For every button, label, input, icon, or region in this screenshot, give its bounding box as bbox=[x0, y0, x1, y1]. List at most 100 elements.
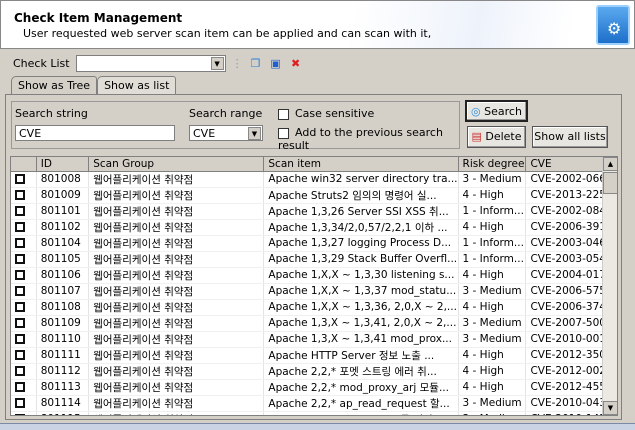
row-checkbox[interactable] bbox=[11, 363, 37, 380]
table-cell: 801115 bbox=[36, 411, 90, 415]
row-checkbox[interactable] bbox=[11, 203, 37, 220]
scroll-up-icon[interactable]: ▲ bbox=[603, 157, 617, 171]
table-row[interactable]: 801105 웹어플리케이션 취약점 Apache 1,3,29 Stack Buf… bbox=[11, 251, 617, 268]
search-string-input[interactable]: CVE bbox=[15, 125, 175, 141]
delete-icon[interactable]: ✖ bbox=[289, 57, 303, 71]
table-row[interactable]: 801104 웹어플리케이션 취약점 Apache 1,3,27 logging P… bbox=[11, 235, 617, 252]
table-cell: Apache 1,3,X ~ 1,3,41, 2,0,X ~ 2,... bbox=[263, 315, 459, 332]
scroll-down-icon[interactable]: ▼ bbox=[603, 401, 617, 415]
scroll-thumb[interactable] bbox=[603, 172, 617, 194]
table-row[interactable]: 801008 웹어플리케이션 취약점 Apache win32 server dir… bbox=[11, 171, 617, 188]
checkbox-icon bbox=[15, 414, 25, 415]
table-cell: 1 - Inform... bbox=[458, 235, 527, 252]
table-row[interactable]: 801112 웹어플리케이션 취약점 Apache 2,2,* 포멧 스트링 에러 … bbox=[11, 363, 617, 380]
row-checkbox[interactable] bbox=[11, 283, 37, 300]
table-scrollbar[interactable]: ▲ ▼ bbox=[602, 157, 617, 415]
case-sensitive-checkbox[interactable]: Case sensitive bbox=[278, 107, 374, 120]
checkbox-icon bbox=[15, 238, 25, 248]
table-cell: 3 - Medium bbox=[458, 315, 527, 332]
column-header[interactable]: Scan Group bbox=[88, 157, 265, 172]
column-header[interactable]: ID bbox=[36, 157, 90, 172]
copy-icon[interactable]: ❐ bbox=[249, 57, 263, 71]
table-row[interactable]: 801101 웹어플리케이션 취약점 Apache 1,3,26 Server SS… bbox=[11, 203, 617, 220]
search-panel: Search string CVE Search range CVE ▼ Case… bbox=[11, 101, 460, 152]
page-title: Check Item Management bbox=[14, 11, 183, 25]
tab-show-as-tree[interactable]: Show as Tree bbox=[11, 76, 98, 94]
table-row[interactable]: 801114 웹어플리케이션 취약점 Apache 2,2,* ap_read_re… bbox=[11, 395, 617, 412]
search-range-dropdown[interactable]: CVE ▼ bbox=[189, 125, 263, 141]
row-checkbox[interactable] bbox=[11, 187, 37, 204]
row-checkbox[interactable] bbox=[11, 235, 37, 252]
save-icon[interactable]: ▣ bbox=[269, 57, 283, 71]
table-cell: Apache 1,3,29 Stack Buffer Overfl... bbox=[263, 251, 459, 268]
row-checkbox[interactable] bbox=[11, 411, 37, 415]
table-cell: 801008 bbox=[36, 171, 90, 188]
table-cell: Apache 1,3,34/2,0,57/2,2,1 이하 ... bbox=[263, 219, 459, 236]
table-cell: 3 - Medium bbox=[458, 395, 527, 412]
row-checkbox[interactable] bbox=[11, 395, 37, 412]
row-checkbox[interactable] bbox=[11, 251, 37, 268]
row-checkbox[interactable] bbox=[11, 331, 37, 348]
table-cell: Apache 1,3,27 logging Process D... bbox=[263, 235, 459, 252]
tab-show-as-list[interactable]: Show as list bbox=[97, 76, 177, 94]
table-row[interactable]: 801111 웹어플리케이션 취약점 Apache HTTP Server 정보 노… bbox=[11, 347, 617, 364]
table-cell: 3 - Medium bbox=[458, 283, 527, 300]
table-cell: 웹어플리케이션 취약점 bbox=[88, 203, 265, 220]
table-row[interactable]: 801110 웹어플리케이션 취약점 Apache 1,3,X ~ 1,3,41 m… bbox=[11, 331, 617, 348]
add-previous-checkbox[interactable]: Add to the previous search result bbox=[278, 126, 459, 152]
table-cell: 801108 bbox=[36, 299, 90, 316]
table-cell: 3 - Medium bbox=[458, 331, 527, 348]
table-cell: 웹어플리케이션 취약점 bbox=[88, 315, 265, 332]
show-all-lists-button[interactable]: Show all lists bbox=[532, 126, 608, 148]
table-cell: 4 - High bbox=[458, 347, 527, 364]
table-cell: 801106 bbox=[36, 267, 90, 284]
table-row[interactable]: 801107 웹어플리케이션 취약점 Apache 1,X,X ~ 1,3,37 m… bbox=[11, 283, 617, 300]
table-cell: 801111 bbox=[36, 347, 90, 364]
search-icon: ◎ bbox=[471, 105, 481, 118]
table-cell: 웹어플리케이션 취약점 bbox=[88, 299, 265, 316]
table-row[interactable]: 801102 웹어플리케이션 취약점 Apache 1,3,34/2,0,57/2,… bbox=[11, 219, 617, 236]
table-cell: 4 - High bbox=[458, 187, 527, 204]
table-cell: 801105 bbox=[36, 251, 90, 268]
chevron-down-icon: ▼ bbox=[248, 127, 261, 140]
row-checkbox[interactable] bbox=[11, 347, 37, 364]
list-panel: Search string CVE Search range CVE ▼ Case… bbox=[5, 94, 622, 420]
table-row[interactable]: 801115웹어플리케이션 취약점Apache 2,2,* mod_dav 모듈… bbox=[11, 411, 617, 415]
checkbox-icon bbox=[15, 174, 25, 184]
table-row[interactable]: 801009 웹어플리케이션 취약점 Apache Struts2 임의의 명령어 … bbox=[11, 187, 617, 204]
table-cell: 웹어플리케이션 취약점 bbox=[88, 171, 265, 188]
row-checkbox[interactable] bbox=[11, 299, 37, 316]
search-string-label: Search string bbox=[15, 107, 88, 120]
delete-doc-icon: ▤ bbox=[471, 130, 482, 143]
table-row[interactable]: 801113 웹어플리케이션 취약점 Apache 2,2,* mod_proxy_… bbox=[11, 379, 617, 396]
table-cell: 801102 bbox=[36, 219, 90, 236]
table-cell: 1 - Inform... bbox=[458, 203, 527, 220]
row-checkbox[interactable] bbox=[11, 267, 37, 284]
table-cell: 웹어플리케이션 취약점 bbox=[88, 347, 265, 364]
table-cell: 801114 bbox=[36, 395, 90, 412]
column-header[interactable] bbox=[11, 157, 37, 172]
table-cell: 웹어플리케이션 취약점 bbox=[88, 283, 265, 300]
row-checkbox[interactable] bbox=[11, 379, 37, 396]
table-cell: 4 - High bbox=[458, 299, 527, 316]
column-header[interactable]: Risk degree bbox=[458, 157, 527, 172]
row-checkbox[interactable] bbox=[11, 171, 37, 188]
toolbar-separator: ⋮ bbox=[231, 57, 243, 70]
table-cell: Apache HTTP Server 정보 노출 ... bbox=[263, 347, 459, 364]
table-row[interactable]: 801106 웹어플리케이션 취약점 Apache 1,X,X ~ 1,3,30 l… bbox=[11, 267, 617, 284]
check-item-table: ID Scan Group Scan item Risk degree CVE 8010… bbox=[10, 156, 618, 416]
toolbar: Check List ▼ ⋮ ❐ ▣ ✖ bbox=[13, 55, 303, 72]
table-cell: 801109 bbox=[36, 315, 90, 332]
row-checkbox[interactable] bbox=[11, 219, 37, 236]
table-cell: Apache win32 server directory tra... bbox=[263, 171, 459, 188]
view-tabs: Show as Tree Show as list bbox=[11, 76, 177, 94]
row-checkbox[interactable] bbox=[11, 315, 37, 332]
check-list-dropdown[interactable]: ▼ bbox=[75, 55, 226, 72]
search-button[interactable]: ◎ Search bbox=[465, 100, 528, 122]
delete-button[interactable]: ▤ Delete bbox=[467, 126, 526, 148]
table-row[interactable]: 801108 웹어플리케이션 취약점 Apache 1,X,X ~ 1,3,36, … bbox=[11, 299, 617, 316]
checkbox-icon bbox=[15, 318, 25, 328]
table-row[interactable]: 801109 웹어플리케이션 취약점 Apache 1,3,X ~ 1,3,41, … bbox=[11, 315, 617, 332]
column-header[interactable]: Scan item bbox=[263, 157, 459, 172]
table-cell: 801113 bbox=[36, 379, 90, 396]
